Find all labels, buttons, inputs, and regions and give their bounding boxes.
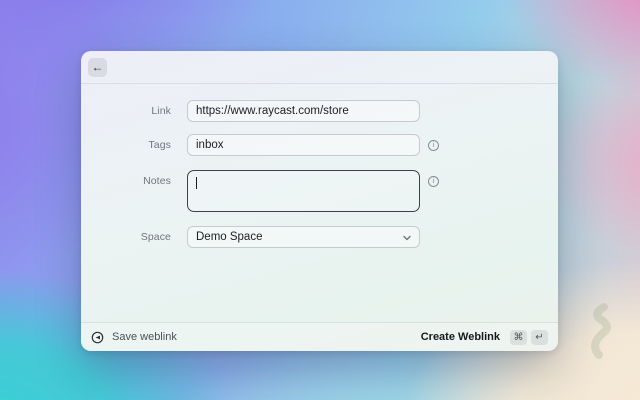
wallpaper-squiggle-watermark (591, 303, 611, 359)
notes-textarea[interactable] (187, 170, 420, 212)
back-arrow-icon: ← (91, 60, 104, 74)
space-select[interactable]: Demo Space (187, 226, 420, 248)
tags-info-icon[interactable]: i (428, 139, 439, 151)
link-input[interactable] (187, 100, 420, 122)
chevron-down-icon (403, 235, 411, 241)
form-row-tags: Tags i (81, 134, 558, 156)
text-caret (196, 177, 197, 189)
window-header: ← (81, 51, 558, 84)
link-label: Link (151, 105, 171, 117)
create-weblink-action[interactable]: Create Weblink ⌘ ↵ (420, 329, 548, 345)
space-label: Space (140, 231, 171, 243)
form-row-notes: Notes i (81, 170, 558, 212)
save-weblink-action[interactable]: Save weblink (91, 331, 177, 344)
tags-label: Tags (148, 139, 171, 151)
create-weblink-window: ← Link Tags i Notes i Space Demo Space (81, 51, 558, 351)
notes-label: Notes (143, 175, 171, 187)
enter-key-badge: ↵ (531, 329, 548, 345)
circled-arrow-icon (91, 331, 104, 343)
tags-input[interactable] (187, 134, 420, 156)
form-row-space: Space Demo Space (81, 226, 558, 248)
create-weblink-label: Create Weblink (420, 331, 500, 343)
cmd-key-badge: ⌘ (510, 329, 527, 345)
weblink-form: Link Tags i Notes i Space Demo Space (81, 84, 558, 248)
form-row-link: Link (81, 100, 558, 122)
notes-info-icon[interactable]: i (428, 175, 439, 187)
space-selected-value: Demo Space (196, 231, 263, 243)
save-weblink-label: Save weblink (112, 331, 177, 343)
back-button[interactable]: ← (88, 57, 107, 77)
action-bar: Save weblink Create Weblink ⌘ ↵ (81, 322, 558, 351)
